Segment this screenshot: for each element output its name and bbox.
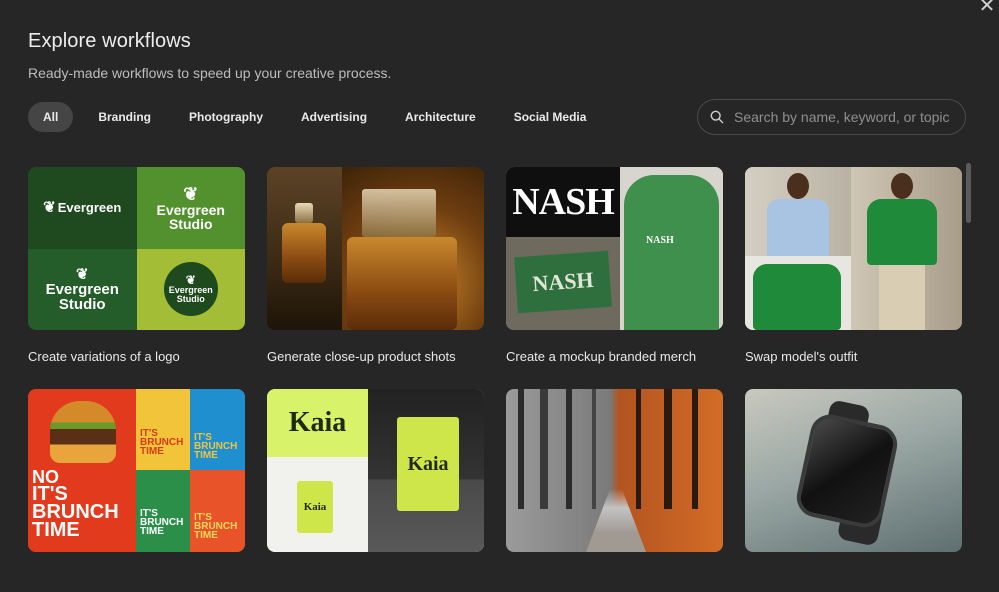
- model-head: [891, 173, 913, 199]
- workflow-card-season-change[interactable]: [506, 389, 723, 587]
- tree-trunk: [692, 389, 698, 509]
- bottle: [282, 223, 326, 283]
- watch-face: [793, 410, 901, 532]
- bottle: [347, 237, 457, 330]
- workflow-card-packaging[interactable]: Kaia Kaia Kaia: [267, 389, 484, 587]
- tree-trunk: [592, 389, 596, 509]
- search-box[interactable]: [697, 99, 966, 135]
- tab-branding[interactable]: Branding: [85, 102, 164, 132]
- shirt-print: NASH: [646, 235, 674, 246]
- ad-variant-headline: IT'S BRUNCH TIME: [140, 428, 184, 457]
- ad-variant-headline: IT'S BRUNCH TIME: [140, 508, 184, 537]
- tree-trunk: [636, 389, 641, 509]
- workflow-card-logo-variations[interactable]: ❦ Evergreen ❦ Evergreen Studio ❦ Evergre…: [28, 167, 245, 365]
- card-title: [28, 571, 245, 587]
- card-thumbnail: [506, 389, 723, 552]
- logo-text: Evergreen: [57, 200, 122, 216]
- workflow-card-branded-merch[interactable]: NASH NASH NASH Create a mockup branded m…: [506, 167, 723, 365]
- card-thumbnail: [745, 167, 962, 330]
- business-card: NASH: [514, 250, 612, 314]
- tab-social-media[interactable]: Social Media: [501, 102, 600, 132]
- logo-text: Studio: [58, 295, 106, 313]
- brand-logo: Kaia: [267, 389, 368, 457]
- logo-text: Evergreen: [45, 280, 119, 298]
- workflow-card-swap-outfit[interactable]: Swap model's outfit: [745, 167, 962, 365]
- logo-variant: ❦ Evergreen Studio: [136, 248, 245, 330]
- card-thumbnail: Kaia Kaia Kaia: [267, 389, 484, 552]
- leaf-icon: ❦: [75, 265, 89, 283]
- green-sweater: [867, 199, 937, 265]
- coffee-bag: Kaia: [397, 417, 459, 511]
- scrollbar[interactable]: [966, 163, 971, 223]
- tab-advertising[interactable]: Advertising: [288, 102, 380, 132]
- leaf-icon: ❦: [43, 199, 56, 217]
- card-thumbnail: [745, 389, 962, 552]
- card-thumbnail: ❦ Evergreen ❦ Evergreen Studio ❦ Evergre…: [28, 167, 245, 330]
- ad-variant-headline: IT'S BRUNCH TIME: [194, 512, 238, 541]
- workflow-card-burger-ad[interactable]: NO IT'S BRUNCH TIME IT'S BRUNCH TIME IT'…: [28, 389, 245, 587]
- blue-shirt: [767, 199, 829, 256]
- page-subtitle: Ready-made workflows to speed up your cr…: [28, 65, 392, 81]
- coffee-bag: Kaia: [297, 481, 333, 533]
- ad-variant-headline: IT'S BRUNCH TIME: [194, 432, 238, 461]
- pants: [879, 265, 925, 330]
- tab-photography[interactable]: Photography: [176, 102, 276, 132]
- green-sweater: [753, 264, 841, 330]
- tree-trunk: [664, 389, 672, 509]
- search-input[interactable]: [732, 108, 956, 126]
- card-title: [506, 571, 723, 587]
- workflow-card-smartwatch[interactable]: [745, 389, 962, 587]
- tree-trunk: [540, 389, 548, 509]
- workflow-grid: ❦ Evergreen ❦ Evergreen Studio ❦ Evergre…: [28, 167, 962, 587]
- tab-architecture[interactable]: Architecture: [392, 102, 489, 132]
- bottle-cap: [362, 189, 436, 237]
- bottle-cap: [295, 203, 313, 223]
- tshirt: [624, 175, 719, 330]
- card-thumbnail: NO IT'S BRUNCH TIME IT'S BRUNCH TIME IT'…: [28, 389, 245, 552]
- burger-image: [50, 401, 116, 463]
- brand-logo: NASH: [506, 167, 620, 237]
- card-title: [745, 571, 962, 587]
- search-icon: [710, 110, 724, 124]
- model-head: [787, 173, 809, 199]
- logo-text: Evergreen: [156, 201, 225, 218]
- card-thumbnail: [267, 167, 484, 330]
- card-title: Create variations of a logo: [28, 349, 180, 364]
- close-icon[interactable]: ✕: [977, 0, 997, 16]
- tab-all[interactable]: All: [28, 102, 74, 132]
- card-thumbnail: NASH NASH NASH: [506, 167, 723, 330]
- page-title: Explore workflows: [28, 30, 191, 52]
- card-title: Create a mockup branded merch: [506, 349, 697, 364]
- logo-variant: ❦ Evergreen Studio: [136, 167, 245, 249]
- workflow-card-product-shots[interactable]: Generate close-up product shots: [267, 167, 484, 365]
- logo-text: Studio: [168, 215, 213, 232]
- category-tabs: All Branding Photography Advertising Arc…: [28, 102, 599, 132]
- logo-variant: ❦ Evergreen: [28, 167, 137, 249]
- card-title: Generate close-up product shots: [267, 349, 456, 364]
- card-title: Swap model's outfit: [745, 349, 858, 364]
- tree-trunk: [566, 389, 572, 509]
- card-title: [267, 571, 484, 587]
- ad-headline: NO IT'S BRUNCH TIME: [32, 467, 119, 542]
- leaf-icon: ❦: [183, 183, 199, 204]
- tree-trunk: [518, 389, 524, 509]
- logo-variant: ❦ Evergreen Studio: [28, 248, 137, 330]
- logo-text: Studio: [176, 294, 205, 305]
